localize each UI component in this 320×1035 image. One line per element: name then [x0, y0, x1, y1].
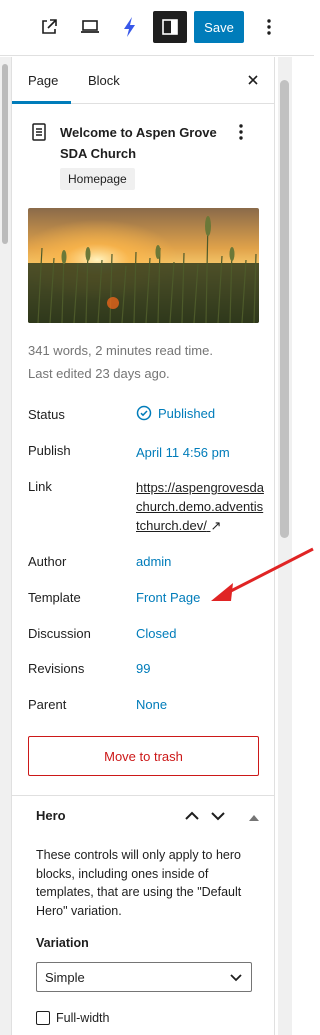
annotation-arrow — [205, 545, 317, 612]
template-label: Template — [28, 590, 81, 605]
panel-divider — [12, 795, 274, 796]
view-page-external-icon[interactable] — [32, 10, 66, 44]
word-count-text: 341 words, 2 minutes read time. — [28, 343, 213, 358]
close-icon[interactable] — [243, 70, 263, 90]
sidebar-scrollbar-thumb[interactable] — [280, 80, 289, 538]
collapse-triangle-icon[interactable] — [248, 811, 260, 826]
move-up-chevron-icon[interactable] — [184, 808, 200, 827]
published-check-icon — [136, 405, 152, 421]
page-actions-more-icon[interactable] — [238, 123, 244, 144]
full-width-label: Full-width — [56, 1011, 110, 1025]
status-label: Status — [28, 407, 65, 422]
sidebar-tabs: Page Block — [12, 57, 274, 104]
active-tab-indicator — [12, 101, 71, 104]
revisions-button[interactable]: 99 — [136, 661, 150, 676]
full-width-option[interactable]: Full-width — [36, 1011, 110, 1025]
external-link-icon: ↗ — [210, 518, 222, 533]
template-button[interactable]: Front Page — [136, 590, 200, 605]
status-toggle[interactable]: Published — [136, 405, 215, 421]
save-button[interactable]: Save — [194, 11, 244, 43]
last-edited-text: Last edited 23 days ago. — [28, 366, 170, 381]
hero-description: These controls will only apply to hero b… — [36, 848, 242, 918]
page-document-icon — [31, 123, 47, 144]
status-value: Published — [158, 405, 216, 421]
author-button[interactable]: admin — [136, 554, 171, 569]
tab-page[interactable]: Page — [28, 73, 58, 88]
variation-label: Variation — [36, 936, 89, 950]
editor-toolbar: Save — [0, 0, 314, 56]
move-to-trash-button[interactable]: Move to trash — [28, 736, 259, 776]
revisions-label: Revisions — [28, 661, 85, 676]
parent-button[interactable]: None — [136, 697, 167, 712]
hero-panel-title[interactable]: Hero — [36, 808, 66, 823]
discussion-label: Discussion — [28, 626, 91, 641]
device-preview-icon[interactable] — [73, 10, 107, 44]
tab-block[interactable]: Block — [88, 73, 120, 88]
jetpack-bolt-icon[interactable] — [113, 10, 147, 44]
homepage-badge: Homepage — [60, 168, 135, 190]
move-down-chevron-icon[interactable] — [210, 808, 226, 827]
publish-label: Publish — [28, 443, 71, 458]
link-label: Link — [28, 479, 52, 494]
publish-date-button[interactable]: April 11 4:56 pm — [136, 445, 230, 460]
canvas-scrollbar-thumb[interactable] — [2, 64, 8, 244]
variation-selected-value: Simple — [45, 969, 85, 985]
featured-image[interactable] — [28, 208, 259, 323]
parent-label: Parent — [28, 697, 67, 712]
permalink-text: https://aspengrovesdachurch.demo.adventi… — [136, 480, 264, 533]
permalink[interactable]: https://aspengrovesdachurch.demo.adventi… — [136, 478, 264, 535]
author-label: Author — [28, 554, 67, 569]
chevron-down-icon — [230, 974, 242, 982]
more-options-icon[interactable] — [252, 10, 286, 44]
variation-select[interactable]: Simple — [36, 962, 252, 992]
page-title: Welcome to Aspen Grove SDA Church — [60, 125, 217, 161]
full-width-checkbox[interactable] — [36, 1011, 50, 1025]
discussion-button[interactable]: Closed — [136, 626, 176, 641]
settings-sidebar-icon[interactable] — [153, 11, 187, 43]
